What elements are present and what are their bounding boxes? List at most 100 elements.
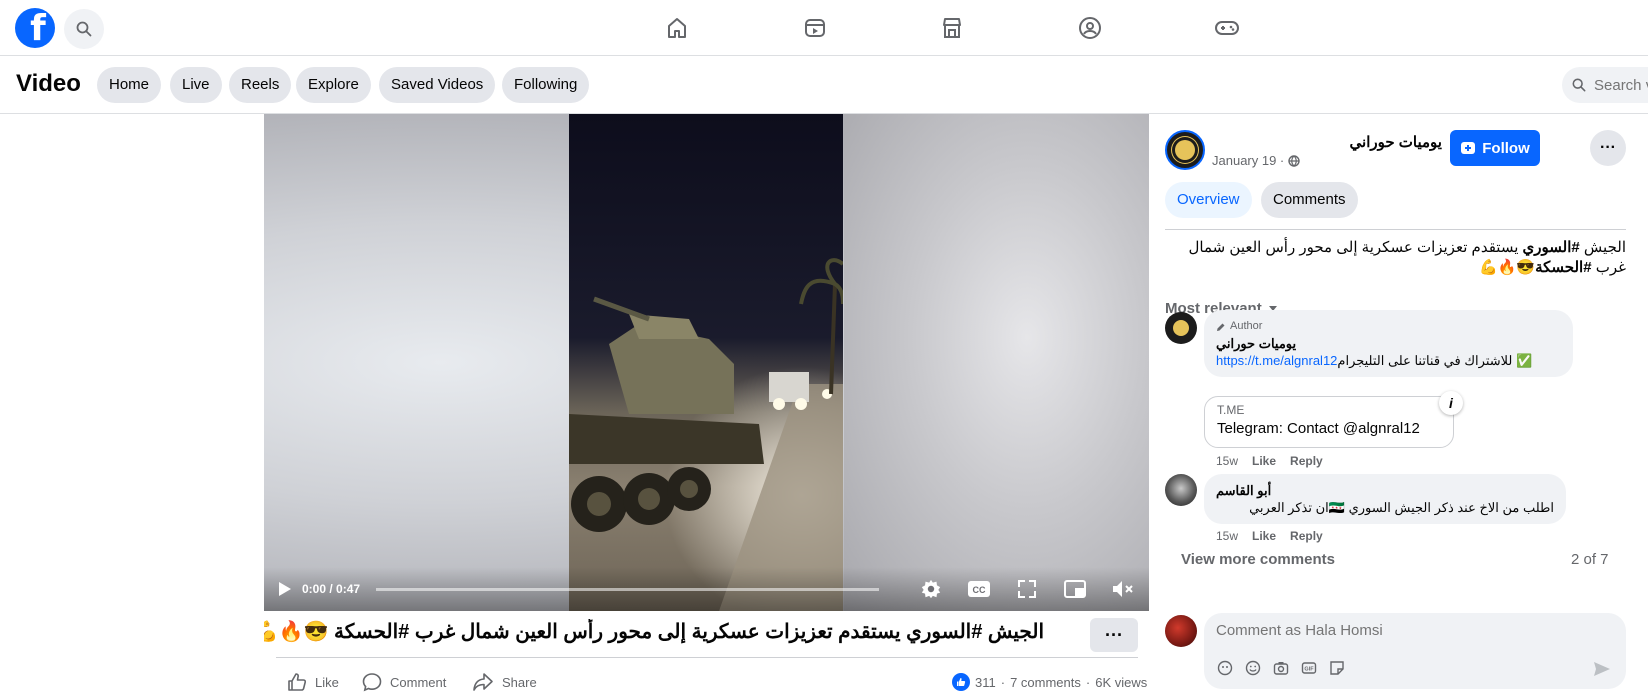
- fullscreen-button[interactable]: [1015, 577, 1039, 601]
- comment-like-button[interactable]: Like: [1252, 529, 1276, 543]
- comment-like-button[interactable]: Like: [1252, 454, 1276, 468]
- comment-reply-button[interactable]: Reply: [1290, 454, 1323, 468]
- comment-reply-button[interactable]: Reply: [1290, 529, 1323, 543]
- comment-label: Comment: [390, 674, 447, 690]
- pencil-icon: [1217, 323, 1225, 331]
- comment-button[interactable]: Comment: [362, 672, 446, 692]
- like-button[interactable]: Like: [287, 672, 339, 692]
- send-icon: [1594, 662, 1610, 676]
- link-title: Telegram: Contact @algnral12: [1217, 420, 1420, 437]
- divider: [1165, 229, 1626, 230]
- post-stats: 311 · 7 comments · 6K views: [952, 672, 1147, 692]
- tab-following[interactable]: Following: [502, 67, 590, 103]
- avatar-emblem: [1175, 140, 1195, 160]
- comment-author[interactable]: يوميات حوراني: [1216, 335, 1561, 352]
- video-still-image: [569, 258, 843, 611]
- post-text-emoji: 😎🔥💪: [1479, 259, 1536, 276]
- follow-label: Follow: [1482, 139, 1530, 157]
- view-count: 6K views: [1095, 674, 1148, 690]
- play-icon: [279, 582, 291, 596]
- emoji-icon: [1245, 660, 1261, 676]
- video-player[interactable]: 0:00 / 0:47 CC: [264, 114, 1149, 611]
- send-button[interactable]: [1592, 659, 1612, 679]
- link-source: T.ME: [1217, 403, 1245, 417]
- page-name[interactable]: يوميات حوراني: [1299, 133, 1442, 151]
- composer-toolbar: GIF: [1216, 659, 1346, 677]
- sticker-button[interactable]: [1328, 659, 1346, 677]
- hashtag-link[interactable]: #السوري: [1523, 239, 1580, 256]
- comment-meta: 15w Like Reply: [1216, 529, 1323, 543]
- tab-home[interactable]: Home: [97, 67, 162, 103]
- cc-icon: CC: [968, 581, 990, 597]
- video-icon[interactable]: [801, 14, 829, 42]
- link-preview-card[interactable]: T.ME Telegram: Contact @algnral12 i: [1204, 391, 1463, 448]
- page-avatar[interactable]: [1165, 130, 1205, 170]
- captions-button[interactable]: CC: [967, 577, 991, 601]
- info-icon[interactable]: i: [1439, 391, 1463, 415]
- mute-button[interactable]: [1111, 577, 1135, 601]
- video-frame: [569, 114, 843, 611]
- miniplayer-button[interactable]: [1063, 577, 1087, 601]
- post-date-text[interactable]: January 19 ·: [1212, 153, 1284, 168]
- video-search[interactable]: [1562, 67, 1648, 103]
- post-more-button[interactable]: ···: [1090, 618, 1138, 652]
- volume-muted-icon: [1113, 581, 1133, 597]
- comment-text-part: للاشتراك في قناتنا على التليجرام: [1337, 353, 1517, 368]
- tab-explore[interactable]: Explore: [296, 67, 371, 103]
- avatar[interactable]: [1165, 312, 1197, 344]
- tab-saved-videos[interactable]: Saved Videos: [379, 67, 496, 103]
- gif-button[interactable]: GIF: [1300, 659, 1318, 677]
- search-input[interactable]: [1594, 76, 1648, 94]
- video-controls: 0:00 / 0:47 CC: [264, 567, 1149, 611]
- tab-overview[interactable]: Overview: [1165, 182, 1252, 218]
- comment-time[interactable]: 15w: [1216, 529, 1238, 543]
- post-description: الجيش #السوري يستقدم تعزيزات عسكرية إلى …: [1165, 238, 1626, 278]
- tab-comments[interactable]: Comments: [1261, 182, 1358, 218]
- facebook-logo[interactable]: f: [15, 8, 55, 48]
- gaming-icon[interactable]: [1213, 14, 1241, 42]
- avatar-sticker-icon: [1217, 660, 1233, 676]
- comment-link[interactable]: https://t.me/algnral12: [1216, 353, 1337, 368]
- photo-button[interactable]: [1272, 659, 1290, 677]
- stats-separator: ·: [1085, 674, 1091, 690]
- like-label: Like: [315, 674, 339, 690]
- view-more-comments[interactable]: View more comments: [1181, 551, 1335, 568]
- tab-reels[interactable]: Reels: [229, 67, 292, 103]
- comment-count[interactable]: 7 comments: [1010, 675, 1081, 690]
- avatar[interactable]: [1165, 615, 1197, 647]
- reaction-count[interactable]: 311: [975, 675, 996, 690]
- gear-icon: [921, 579, 941, 599]
- stats-separator: ·: [1000, 674, 1006, 690]
- avatar-sticker-button[interactable]: [1216, 659, 1234, 677]
- video-progress-bar[interactable]: [376, 587, 879, 591]
- thumbs-up-icon: [288, 673, 307, 691]
- author-badge: Author: [1216, 318, 1561, 335]
- panel-more-button[interactable]: ···: [1590, 130, 1626, 166]
- tab-live[interactable]: Live: [170, 67, 222, 103]
- share-button[interactable]: Share: [472, 672, 537, 692]
- search-icon: [76, 21, 92, 37]
- emoji-button[interactable]: [1244, 659, 1262, 677]
- search-button[interactable]: [64, 9, 104, 49]
- follow-button[interactable]: Follow: [1450, 130, 1540, 166]
- video-time: 0:00 / 0:47: [302, 582, 361, 596]
- marketplace-icon[interactable]: [938, 14, 966, 42]
- author-tag-label: Author: [1230, 320, 1263, 332]
- comment-composer[interactable]: GIF: [1204, 613, 1626, 689]
- comment-icon: [362, 673, 382, 692]
- settings-button[interactable]: [919, 577, 943, 601]
- follow-icon: [1461, 142, 1476, 154]
- comment-time[interactable]: 15w: [1216, 454, 1238, 468]
- page-title: Video: [16, 70, 81, 97]
- hashtag-link[interactable]: #الحسكة: [1535, 259, 1591, 276]
- comment-author[interactable]: أبو القاسم: [1216, 482, 1554, 499]
- comment-input[interactable]: [1216, 622, 1596, 639]
- fullscreen-icon: [1018, 580, 1036, 598]
- groups-icon[interactable]: [1076, 14, 1104, 42]
- post-date: January 19 ·: [1212, 153, 1300, 168]
- like-reaction-icon: [952, 673, 970, 691]
- avatar[interactable]: [1165, 474, 1197, 506]
- play-button[interactable]: [278, 581, 292, 597]
- gif-icon: GIF: [1301, 662, 1317, 674]
- home-icon[interactable]: [663, 14, 691, 42]
